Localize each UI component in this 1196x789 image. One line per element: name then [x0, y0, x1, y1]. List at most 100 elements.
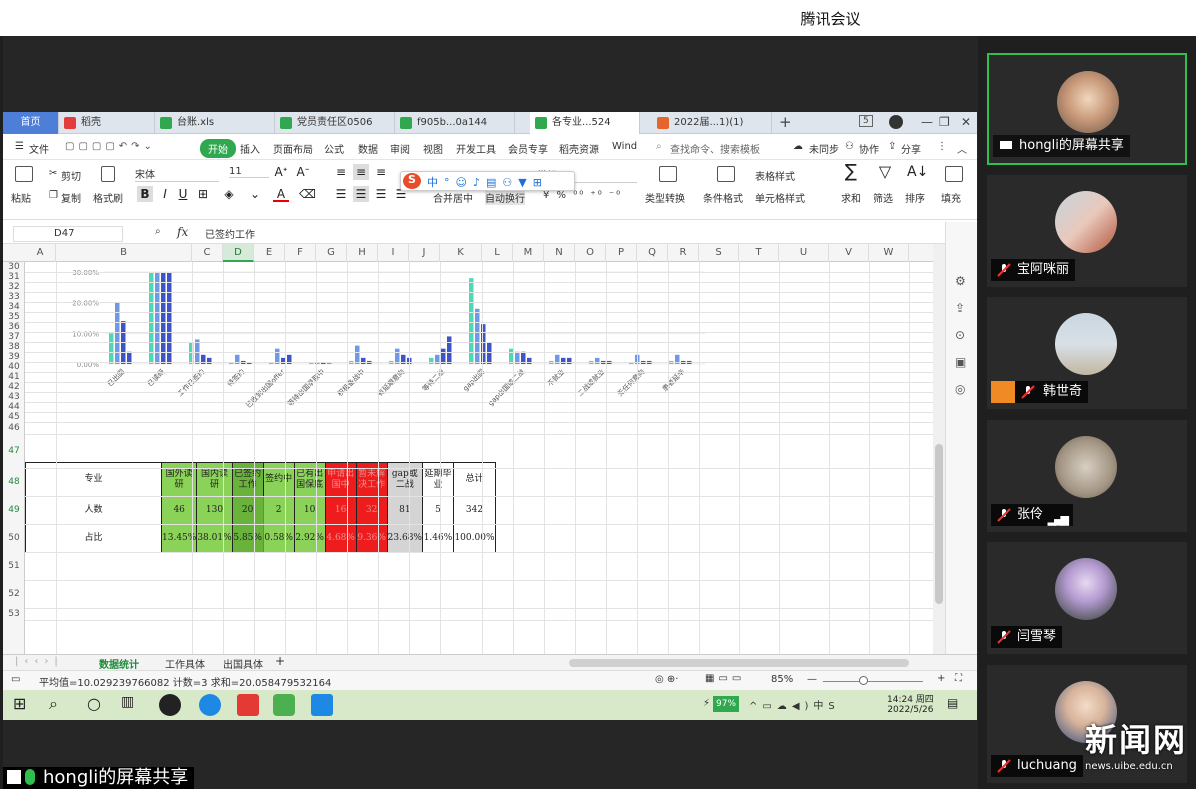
column-header-R[interactable]: R — [668, 244, 699, 262]
column-header-W[interactable]: W — [869, 244, 909, 262]
row-header-44[interactable]: 44 — [3, 402, 25, 412]
tab-ledger[interactable]: 台账.xls — [155, 112, 275, 134]
table-cell[interactable]: 5 — [421, 496, 454, 525]
wechat-icon[interactable] — [273, 694, 295, 716]
cond-format-icon[interactable] — [717, 166, 735, 182]
align-top-icon[interactable]: ≡ — [333, 164, 349, 180]
type-convert-button[interactable]: 类型转换 — [645, 190, 685, 205]
new-tab-button[interactable]: + — [779, 113, 792, 131]
zoom-slider[interactable] — [823, 681, 923, 682]
search-icon[interactable]: ⌕ — [49, 694, 71, 716]
formula-input[interactable]: 已签约工作 — [205, 226, 255, 241]
add-sheet-button[interactable]: + — [275, 654, 285, 668]
font-size-select[interactable]: 11 — [229, 166, 269, 178]
filter-button[interactable]: 筛选 — [873, 190, 893, 205]
row-header-50[interactable]: 50 — [3, 524, 25, 552]
search-icon[interactable]: ⌕ — [656, 141, 662, 152]
copy-button[interactable]: 复制 — [61, 190, 81, 205]
table-cell[interactable]: 9.36% — [355, 524, 388, 553]
zoom-slider-handle[interactable] — [859, 676, 868, 685]
row-header-39[interactable]: 39 — [3, 352, 25, 362]
column-header-O[interactable]: O — [575, 244, 606, 262]
tab-home[interactable]: 首页 — [3, 112, 59, 134]
table-cell[interactable]: 2.92% — [293, 524, 326, 553]
fill-picker-icon[interactable]: ⌄ — [247, 186, 263, 202]
table-cell[interactable]: 100.00% — [452, 524, 496, 553]
layout-view-icons[interactable]: ▦▭▭ — [705, 673, 745, 684]
row-header-35[interactable]: 35 — [3, 312, 25, 322]
wps-icon[interactable] — [237, 694, 259, 716]
close-button[interactable]: ✕ — [961, 115, 971, 129]
column-header-K[interactable]: K — [440, 244, 482, 262]
table-cell[interactable]: 130 — [196, 496, 233, 525]
menu-formula[interactable]: 公式 — [324, 141, 344, 156]
fill-color-icon[interactable]: ◈ — [221, 186, 237, 202]
sheet-tab-abroad[interactable]: 出国具体 — [223, 656, 263, 671]
tab-docer[interactable]: 稻壳 — [59, 112, 155, 134]
menu-data[interactable]: 数据 — [358, 141, 378, 156]
table-cell[interactable]: 38.01% — [196, 524, 233, 553]
paste-button[interactable]: 粘贴 — [11, 190, 31, 205]
zoom-out-button[interactable]: — — [807, 674, 817, 685]
collab-button[interactable]: 协作 — [859, 141, 879, 156]
side-panel-icons[interactable]: ⚙ ⇪ ⊙ ▣ ◎ — [955, 268, 966, 403]
table-style-button[interactable]: 表格样式 — [755, 168, 795, 183]
tab-party[interactable]: 党员责任区0506 — [275, 112, 395, 134]
row-header-48[interactable]: 48 — [3, 468, 25, 496]
align-right-icon[interactable]: ☰ — [373, 186, 389, 202]
table-cell[interactable]: 1.46% — [421, 524, 454, 553]
maximize-button[interactable]: ❐ — [939, 115, 950, 129]
cond-format-button[interactable]: 条件格式 — [703, 190, 743, 205]
table-cell[interactable]: 342 — [452, 496, 496, 525]
menu-wind[interactable]: Wind — [612, 141, 637, 152]
cortana-icon[interactable]: ○ — [87, 694, 109, 716]
row-header-45[interactable]: 45 — [3, 412, 25, 422]
fullscreen-icon[interactable]: ⛶ — [955, 673, 962, 684]
sum-button[interactable]: 求和 — [841, 190, 861, 205]
minimize-button[interactable]: — — [921, 115, 933, 129]
cell-style-button[interactable]: 单元格样式 — [755, 190, 805, 205]
sync-status[interactable]: 未同步 — [809, 141, 839, 156]
app-icon[interactable] — [159, 694, 181, 716]
table-cell[interactable]: 0.58% — [262, 524, 295, 553]
table-cell[interactable]: 81 — [386, 496, 423, 525]
name-box[interactable]: D47 — [13, 226, 123, 242]
row-header-42[interactable]: 42 — [3, 382, 25, 392]
menu-member[interactable]: 会员专享 — [508, 141, 548, 156]
ime-toolbar[interactable]: S 中°☺♪▤⚇▼⊞ — [400, 171, 575, 191]
row-header-36[interactable]: 36 — [3, 322, 25, 332]
column-header-D[interactable]: D — [223, 244, 254, 262]
vertical-scrollbar[interactable] — [933, 244, 945, 654]
menu-file[interactable]: 文件 — [29, 141, 49, 156]
sogou-browser-icon[interactable] — [199, 694, 221, 716]
windows-start-icon[interactable]: ⊞ — [13, 694, 35, 716]
zoom-level[interactable]: 85% — [771, 674, 793, 685]
row-header-30[interactable]: 30 — [3, 262, 25, 272]
paste-icon[interactable] — [15, 166, 33, 182]
row-header-31[interactable]: 31 — [3, 272, 25, 282]
menu-icon[interactable]: ☰ — [15, 141, 24, 152]
bar-chart[interactable]: 30.00%20.00%10.00%0.00%已出国已读研工作已签约待签约已收到… — [25, 262, 725, 410]
row-header-49[interactable]: 49 — [3, 496, 25, 524]
tab-f905b[interactable]: f905b...0a144 — [395, 112, 515, 134]
copy-icon[interactable]: ❐ — [49, 190, 58, 201]
row-header-46[interactable]: 46 — [3, 422, 25, 434]
align-left-icon[interactable]: ☰ — [333, 186, 349, 202]
column-header-T[interactable]: T — [739, 244, 779, 262]
cut-icon[interactable]: ✂ — [49, 168, 57, 179]
table-cell[interactable]: 10 — [293, 496, 326, 525]
table-cell[interactable]: 23.68% — [386, 524, 423, 553]
align-middle-icon[interactable]: ≡ — [353, 164, 369, 180]
column-header-S[interactable]: S — [699, 244, 739, 262]
column-header-F[interactable]: F — [285, 244, 316, 262]
scroll-thumb[interactable] — [935, 444, 943, 604]
column-header-J[interactable]: J — [409, 244, 440, 262]
menu-view[interactable]: 视图 — [423, 141, 443, 156]
more-icon[interactable]: ⋮ — [937, 141, 947, 152]
format-painter-icon[interactable] — [101, 166, 115, 182]
row-header-38[interactable]: 38 — [3, 342, 25, 352]
sheet-tab-work[interactable]: 工作具体 — [165, 656, 205, 671]
wrap-text-button[interactable]: 自动换行 — [485, 190, 525, 205]
fx-button[interactable]: fx — [177, 225, 188, 239]
row-header-32[interactable]: 32 — [3, 282, 25, 292]
